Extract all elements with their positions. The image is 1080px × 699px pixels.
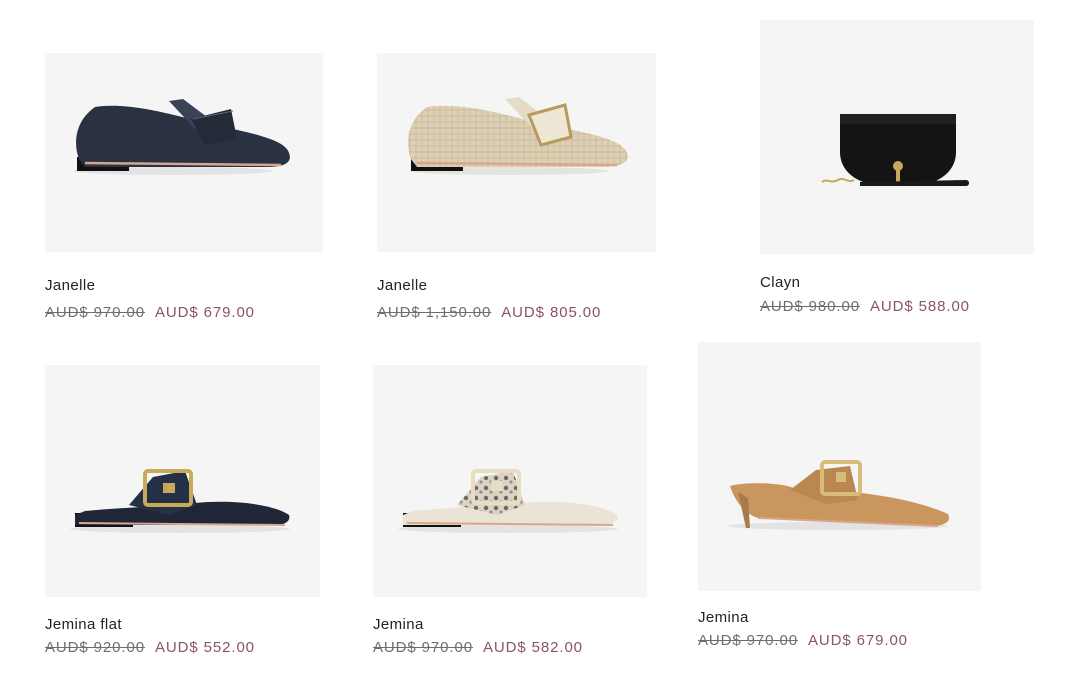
sale-price: AUD$ 552.00 bbox=[154, 639, 255, 656]
product-card[interactable]: Jemina AUD$ 970.00 AUD$ 582.00 bbox=[373, 365, 653, 665]
original-price: AUD$ 1,150.00 bbox=[377, 304, 492, 321]
heeled-mule-tan-icon bbox=[728, 460, 950, 530]
product-name[interactable]: Janelle bbox=[377, 277, 427, 294]
sale-price: AUD$ 679.00 bbox=[154, 304, 255, 321]
black-crossbody-bag-icon bbox=[821, 114, 969, 186]
product-name[interactable]: Jemina bbox=[698, 609, 749, 626]
product-card[interactable]: Janelle AUD$ 1,150.00 AUD$ 805.00 bbox=[377, 53, 657, 328]
product-name[interactable]: Janelle bbox=[45, 277, 95, 294]
loafer-woven-beige-icon bbox=[408, 97, 628, 175]
original-price: AUD$ 920.00 bbox=[45, 639, 145, 656]
sale-price: AUD$ 679.00 bbox=[807, 632, 908, 649]
loafer-navy-icon bbox=[73, 99, 290, 175]
sale-price: AUD$ 588.00 bbox=[869, 298, 970, 315]
price-row: AUD$ 970.00 AUD$ 679.00 bbox=[45, 304, 255, 321]
price-row: AUD$ 980.00 AUD$ 588.00 bbox=[760, 298, 970, 315]
original-price: AUD$ 970.00 bbox=[698, 632, 798, 649]
product-grid: Janelle AUD$ 970.00 AUD$ 679.00 Janelle … bbox=[0, 0, 1080, 699]
product-image[interactable] bbox=[45, 365, 320, 597]
sale-price: AUD$ 805.00 bbox=[501, 304, 602, 321]
price-row: AUD$ 970.00 AUD$ 582.00 bbox=[373, 639, 583, 656]
product-card[interactable]: Clayn AUD$ 980.00 AUD$ 588.00 bbox=[760, 20, 1040, 320]
product-name[interactable]: Clayn bbox=[760, 274, 800, 291]
product-card[interactable]: Jemina AUD$ 970.00 AUD$ 679.00 bbox=[698, 342, 988, 662]
product-card[interactable]: Janelle AUD$ 970.00 AUD$ 679.00 bbox=[45, 53, 325, 328]
sale-price: AUD$ 582.00 bbox=[482, 639, 583, 656]
buckle-mule-navy-icon bbox=[70, 469, 290, 533]
product-image[interactable] bbox=[760, 20, 1034, 254]
buckle-mule-cream-python-icon bbox=[398, 469, 618, 533]
product-image[interactable] bbox=[698, 342, 981, 591]
price-row: AUD$ 920.00 AUD$ 552.00 bbox=[45, 639, 255, 656]
product-name[interactable]: Jemina flat bbox=[45, 616, 122, 633]
product-image[interactable] bbox=[45, 53, 323, 252]
product-card[interactable]: Jemina flat AUD$ 920.00 AUD$ 552.00 bbox=[45, 365, 325, 665]
product-image[interactable] bbox=[373, 365, 647, 597]
product-name[interactable]: Jemina bbox=[373, 616, 424, 633]
original-price: AUD$ 980.00 bbox=[760, 298, 860, 315]
product-image[interactable] bbox=[377, 53, 656, 252]
price-row: AUD$ 970.00 AUD$ 679.00 bbox=[698, 632, 908, 649]
original-price: AUD$ 970.00 bbox=[373, 639, 473, 656]
price-row: AUD$ 1,150.00 AUD$ 805.00 bbox=[377, 304, 601, 321]
original-price: AUD$ 970.00 bbox=[45, 304, 145, 321]
